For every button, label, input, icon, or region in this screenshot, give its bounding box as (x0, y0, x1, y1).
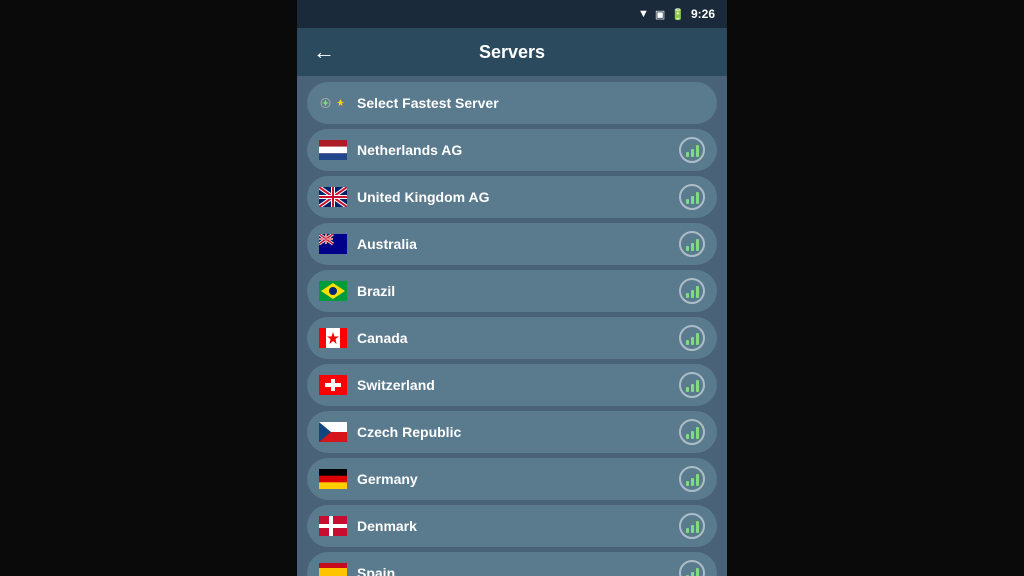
signal-icon (679, 184, 705, 210)
signal-icon (679, 560, 705, 576)
flag-dk (319, 516, 347, 536)
status-bar: ▼ ▣ 🔋 9:26 (297, 0, 727, 28)
flag-de (319, 469, 347, 489)
header: ← Servers (297, 28, 727, 76)
flag-nl (319, 140, 347, 160)
signal-icon (679, 372, 705, 398)
page-title: Servers (347, 42, 677, 63)
server-name: Canada (357, 330, 679, 346)
server-item-nl[interactable]: Netherlands AG (307, 129, 717, 171)
flag-br (319, 281, 347, 301)
server-item-uk[interactable]: United Kingdom AG (307, 176, 717, 218)
server-name: Brazil (357, 283, 679, 299)
server-item-br[interactable]: Brazil (307, 270, 717, 312)
flag-cz (319, 422, 347, 442)
flag-ca (319, 328, 347, 348)
status-time: 9:26 (691, 7, 715, 21)
signal-icon (679, 278, 705, 304)
server-item-de[interactable]: Germany (307, 458, 717, 500)
server-name: Select Fastest Server (357, 95, 705, 111)
server-name: Australia (357, 236, 679, 252)
server-item-es[interactable]: Spain (307, 552, 717, 576)
signal-icon (679, 419, 705, 445)
server-name: Germany (357, 471, 679, 487)
server-item-ca[interactable]: Canada (307, 317, 717, 359)
battery-icon: 🔋 (671, 8, 685, 21)
signal-icon (679, 231, 705, 257)
server-name: Denmark (357, 518, 679, 534)
server-item-ch[interactable]: Switzerland (307, 364, 717, 406)
server-name: Switzerland (357, 377, 679, 393)
server-item-au[interactable]: Australia (307, 223, 717, 265)
server-name: United Kingdom AG (357, 189, 679, 205)
phone-container: ▼ ▣ 🔋 9:26 ← Servers Select Fastest Serv… (297, 0, 727, 576)
server-item-fastest[interactable]: Select Fastest Server (307, 82, 717, 124)
back-button[interactable]: ← (313, 41, 335, 63)
signal-icon (679, 137, 705, 163)
flag-au (319, 234, 347, 254)
server-name: Czech Republic (357, 424, 679, 440)
server-name: Netherlands AG (357, 142, 679, 158)
flag-uk (319, 187, 347, 207)
server-item-cz[interactable]: Czech Republic (307, 411, 717, 453)
signal-icon (679, 513, 705, 539)
wifi-icon: ▼ (638, 8, 649, 20)
signal-status-icon: ▣ (655, 8, 665, 21)
fastest-icon (319, 93, 347, 113)
signal-icon (679, 466, 705, 492)
server-item-dk[interactable]: Denmark (307, 505, 717, 547)
server-list: Select Fastest Server Netherlands AG Uni… (297, 76, 727, 576)
server-name: Spain (357, 565, 679, 576)
signal-icon (679, 325, 705, 351)
flag-ch (319, 375, 347, 395)
flag-es (319, 563, 347, 576)
